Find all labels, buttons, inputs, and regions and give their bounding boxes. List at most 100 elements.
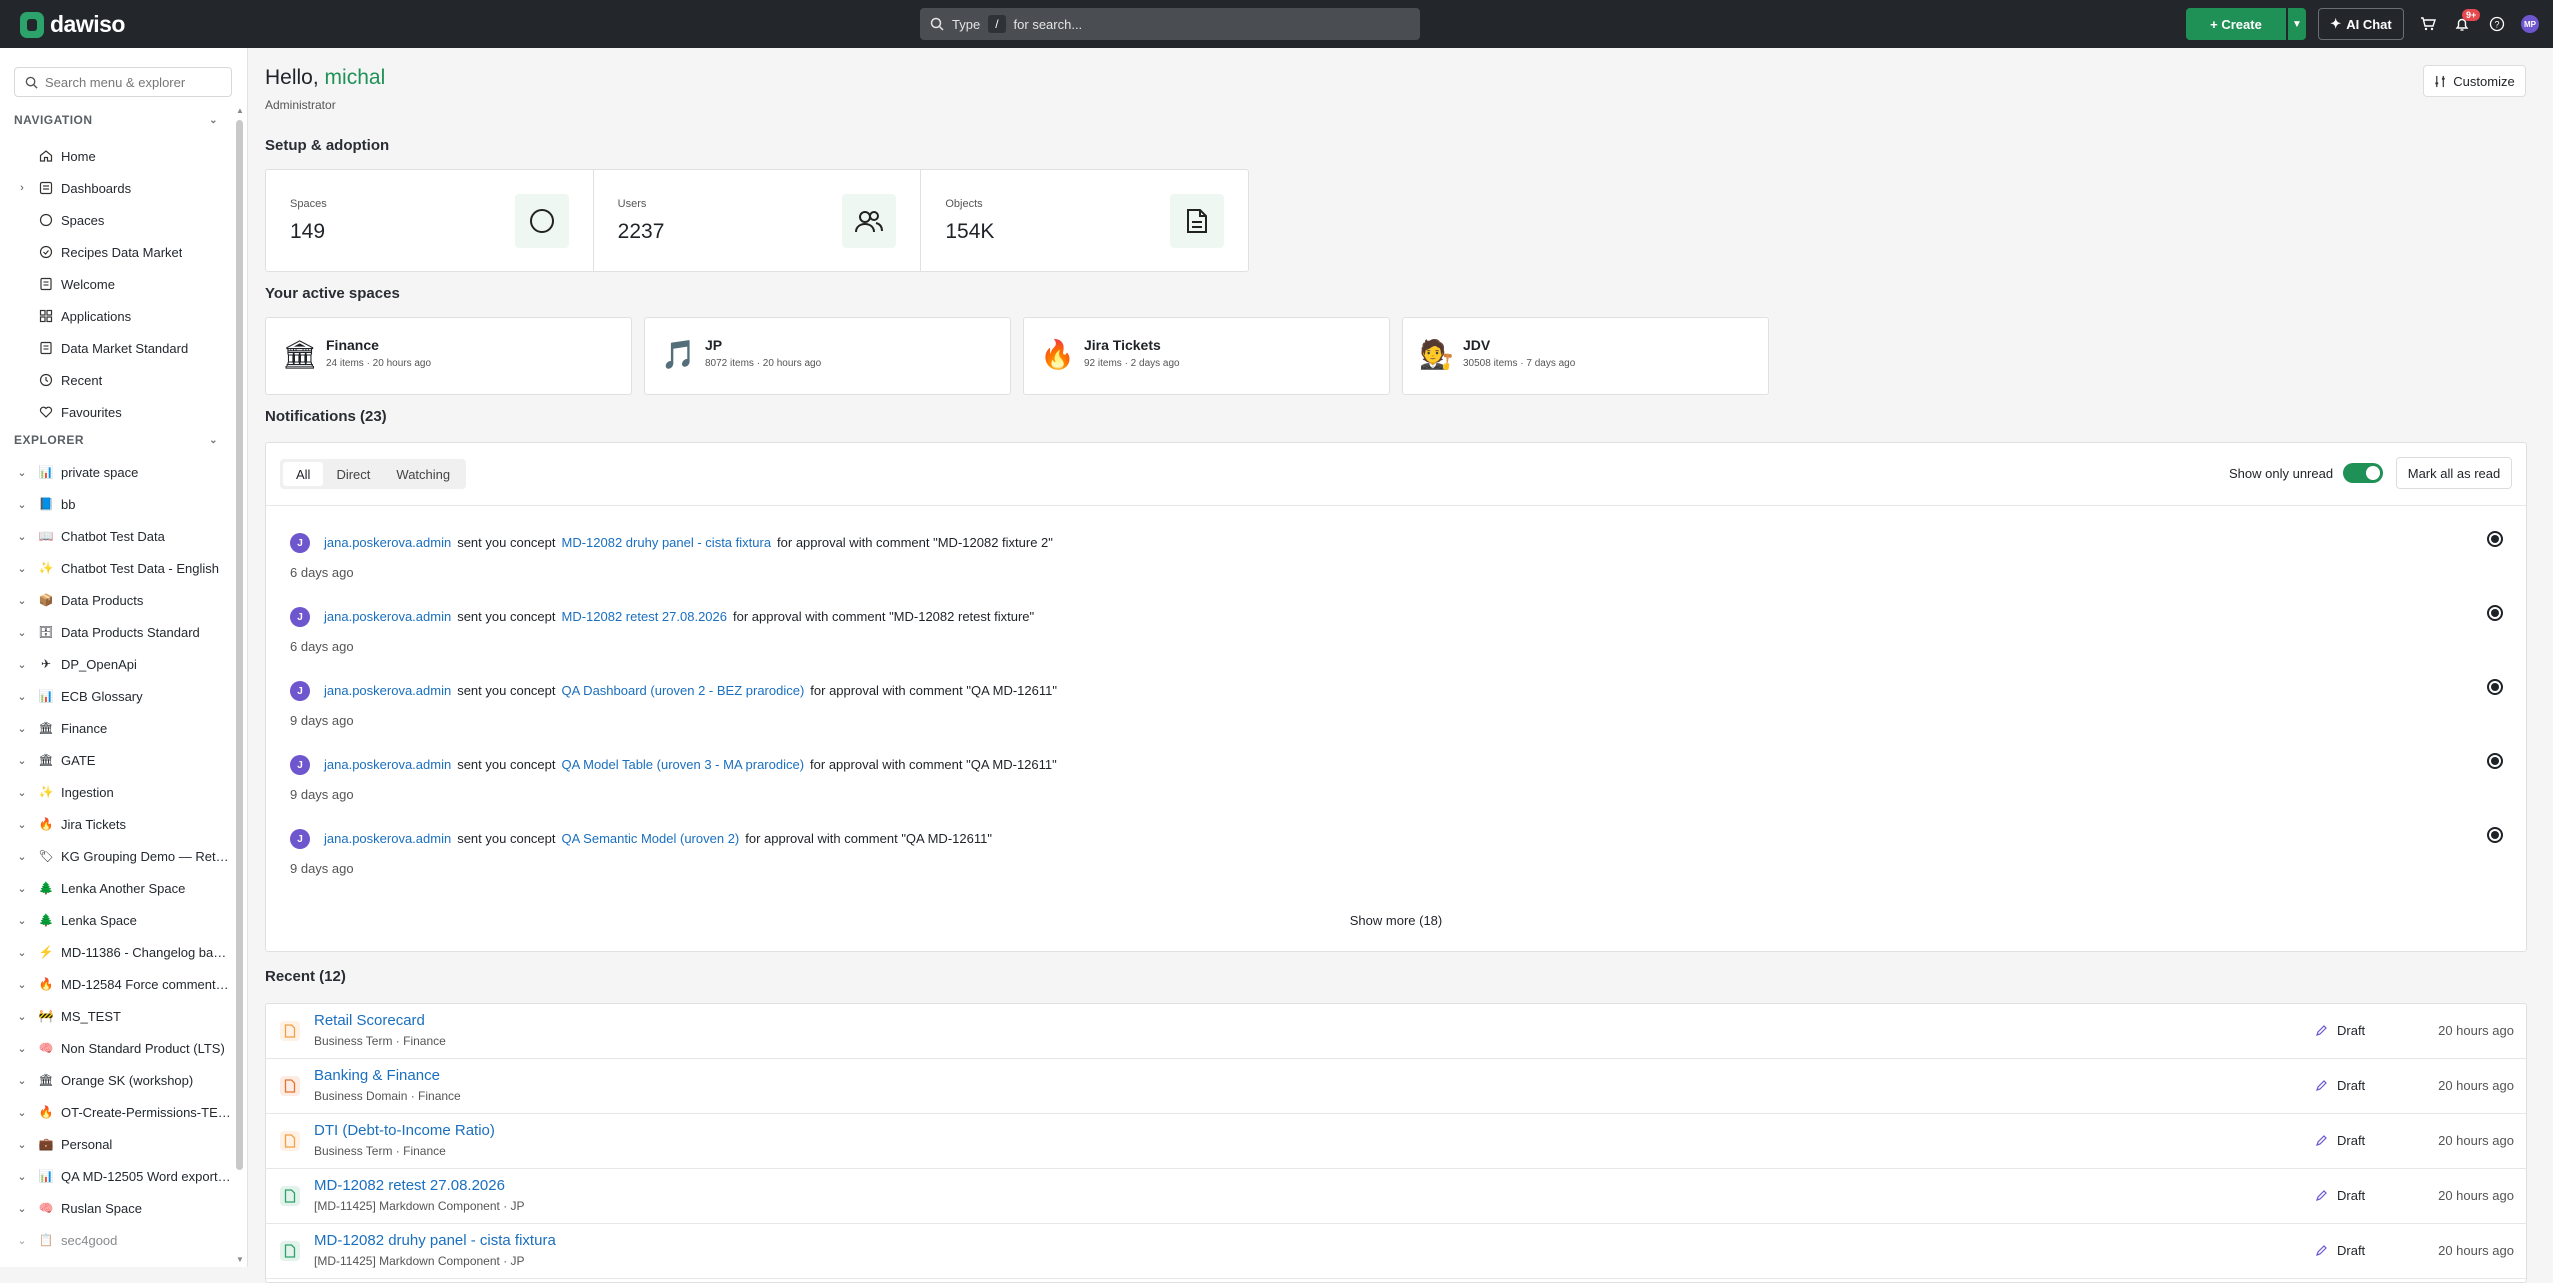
recent-item-title[interactable]: DTI (Debt-to-Income Ratio) bbox=[314, 1122, 495, 1139]
scroll-up-icon[interactable]: ▲ bbox=[236, 106, 244, 115]
notification-user-link[interactable]: jana.poskerova.admin bbox=[324, 831, 451, 846]
notification-item[interactable]: Jjana.poskerova.admin sent you concept MD-… bbox=[290, 599, 2510, 659]
explorer-item[interactable]: ⌄ 📦 Data Products bbox=[0, 586, 236, 614]
mark-all-read-button[interactable]: Mark all as read bbox=[2396, 457, 2512, 489]
sidebar-scrollbar[interactable] bbox=[236, 120, 243, 1170]
notification-item[interactable]: Jjana.poskerova.admin sent you concept QA … bbox=[290, 821, 2510, 881]
space-card[interactable]: 🔥 Jira Tickets 92 items · 2 days ago bbox=[1023, 317, 1390, 395]
explorer-item[interactable]: ⌄ 🌲 Lenka Another Space bbox=[0, 874, 236, 902]
explorer-item[interactable]: ⌄ 📊 ECB Glossary bbox=[0, 682, 236, 710]
chevron-down-icon[interactable]: ⌄ bbox=[16, 690, 28, 703]
tab-all[interactable]: All bbox=[283, 462, 324, 486]
recent-item[interactable]: MD-12082 druhy panel - cista fixtura [MD-… bbox=[266, 1224, 2526, 1279]
tab-direct[interactable]: Direct bbox=[323, 462, 383, 486]
chevron-down-icon[interactable]: ⌄ bbox=[16, 754, 28, 767]
chevron-down-icon[interactable]: ⌄ bbox=[16, 914, 28, 927]
stat-spaces[interactable]: Spaces 149 bbox=[266, 170, 594, 271]
chevron-down-icon[interactable]: ⌄ bbox=[16, 498, 28, 511]
explorer-item[interactable]: ⌄ 🧠 Non Standard Product (LTS) bbox=[0, 1034, 236, 1062]
unread-dot-icon[interactable] bbox=[2487, 531, 2503, 547]
chevron-down-icon[interactable]: ⌄ bbox=[16, 1138, 28, 1151]
notification-user-link[interactable]: jana.poskerova.admin bbox=[324, 683, 451, 698]
show-more-button[interactable]: Show more (18) bbox=[266, 913, 2526, 928]
unread-dot-icon[interactable] bbox=[2487, 605, 2503, 621]
chevron-down-icon[interactable]: ⌄ bbox=[16, 658, 28, 671]
explorer-item[interactable]: ⌄ 🚧 MS_TEST bbox=[0, 1002, 236, 1030]
explorer-item[interactable]: ⌄ 📋 sec4good bbox=[0, 1226, 236, 1254]
explorer-item[interactable]: ⌄ ⚡ MD-11386 - Changelog bad... bbox=[0, 938, 236, 966]
sidebar-item-home[interactable]: Home bbox=[0, 142, 236, 170]
scroll-down-icon[interactable]: ▼ bbox=[236, 1255, 244, 1264]
sidebar-item-spaces[interactable]: Spaces bbox=[0, 206, 236, 234]
recent-item-title[interactable]: Banking & Finance bbox=[314, 1067, 440, 1084]
space-card[interactable]: 🧑‍⚖️ JDV 30508 items · 7 days ago bbox=[1402, 317, 1769, 395]
global-search-input[interactable]: Type / for search... bbox=[920, 8, 1420, 40]
create-button[interactable]: + Create bbox=[2186, 8, 2286, 40]
notification-concept-link[interactable]: QA Model Table (uroven 3 - MA prarodice) bbox=[562, 757, 805, 772]
explorer-item[interactable]: ⌄ 📘 bb bbox=[0, 490, 236, 518]
recent-item[interactable]: Retail Scorecard Business Term · Finance D… bbox=[266, 1004, 2526, 1059]
user-avatar[interactable]: MP bbox=[2521, 15, 2539, 33]
explorer-item[interactable]: ⌄ 🗄 Data Products Standard bbox=[0, 618, 236, 646]
chevron-down-icon[interactable]: ⌄ bbox=[16, 530, 28, 543]
explorer-item[interactable]: ⌄ 📖 Chatbot Test Data bbox=[0, 522, 236, 550]
chevron-down-icon[interactable]: ⌄ bbox=[16, 722, 28, 735]
navigation-section-header[interactable]: NAVIGATION ⌄ bbox=[14, 113, 218, 127]
explorer-item[interactable]: ⌄ 🏛 GATE bbox=[0, 746, 236, 774]
recent-item[interactable]: DTI (Debt-to-Income Ratio) Business Term … bbox=[266, 1114, 2526, 1169]
explorer-item[interactable]: ⌄ 💼 Personal bbox=[0, 1130, 236, 1158]
customize-button[interactable]: Customize bbox=[2423, 65, 2526, 97]
chevron-down-icon[interactable]: ⌄ bbox=[16, 1202, 28, 1215]
sidebar-item-applications[interactable]: Applications bbox=[0, 302, 236, 330]
notification-concept-link[interactable]: QA Dashboard (uroven 2 - BEZ prarodice) bbox=[562, 683, 805, 698]
chevron-down-icon[interactable]: ⌄ bbox=[16, 1170, 28, 1183]
explorer-item[interactable]: ⌄ 🔥 Jira Tickets bbox=[0, 810, 236, 838]
stat-objects[interactable]: Objects 154K bbox=[921, 170, 1248, 271]
explorer-item[interactable]: ⌄ 📊 QA MD-12505 Word export ... bbox=[0, 1162, 236, 1190]
recent-item-title[interactable]: MD-12082 retest 27.08.2026 bbox=[314, 1177, 505, 1194]
show-only-unread-toggle[interactable] bbox=[2343, 463, 2384, 483]
chevron-down-icon[interactable]: ⌄ bbox=[16, 1074, 28, 1087]
sidebar-item-recipes-data-market[interactable]: Recipes Data Market bbox=[0, 238, 236, 266]
sidebar-item-data-market-standard[interactable]: Data Market Standard bbox=[0, 334, 236, 362]
sidebar-item-recent[interactable]: Recent bbox=[0, 366, 236, 394]
chevron-down-icon[interactable]: ⌄ bbox=[16, 594, 28, 607]
chevron-down-icon[interactable]: ⌄ bbox=[16, 978, 28, 991]
explorer-item[interactable]: ⌄ ✨ Ingestion bbox=[0, 778, 236, 806]
notification-concept-link[interactable]: MD-12082 druhy panel - cista fixtura bbox=[562, 535, 772, 550]
explorer-item[interactable]: ⌄ 🧠 Ruslan Space bbox=[0, 1194, 236, 1222]
chevron-down-icon[interactable]: ⌄ bbox=[16, 818, 28, 831]
ai-chat-button[interactable]: ✦ AI Chat bbox=[2318, 8, 2404, 40]
chevron-down-icon[interactable]: ⌄ bbox=[16, 626, 28, 639]
recent-item[interactable]: Banking & Finance Business Domain · Finan… bbox=[266, 1059, 2526, 1114]
unread-dot-icon[interactable] bbox=[2487, 753, 2503, 769]
recent-item[interactable]: MD-12082 retest 27.08.2026 [MD-11425] Mar… bbox=[266, 1169, 2526, 1224]
tab-watching[interactable]: Watching bbox=[383, 462, 463, 486]
sidebar-search-input[interactable]: Search menu & explorer bbox=[14, 67, 232, 97]
explorer-item[interactable]: ⌄ 🌲 Lenka Space bbox=[0, 906, 236, 934]
sidebar-item-welcome[interactable]: Welcome bbox=[0, 270, 236, 298]
recent-item-title[interactable]: MD-12082 druhy panel - cista fixtura bbox=[314, 1232, 556, 1249]
notification-item[interactable]: Jjana.poskerova.admin sent you concept QA … bbox=[290, 673, 2510, 733]
chevron-down-icon[interactable]: ⌄ bbox=[16, 466, 28, 479]
explorer-item[interactable]: ⌄ 📊 private space bbox=[0, 458, 236, 486]
explorer-item[interactable]: ⌄ 🏷 KG Grouping Demo — Retail... bbox=[0, 842, 236, 870]
chevron-down-icon[interactable]: ⌄ bbox=[16, 562, 28, 575]
explorer-item[interactable]: ⌄ ✈ DP_OpenApi bbox=[0, 650, 236, 678]
space-card[interactable]: 🏛 Finance 24 items · 20 hours ago bbox=[265, 317, 632, 395]
chevron-down-icon[interactable]: ⌄ bbox=[16, 882, 28, 895]
notification-user-link[interactable]: jana.poskerova.admin bbox=[324, 535, 451, 550]
notification-user-link[interactable]: jana.poskerova.admin bbox=[324, 757, 451, 772]
explorer-item[interactable]: ⌄ 🔥 MD-12584 Force comment f... bbox=[0, 970, 236, 998]
chevron-down-icon[interactable]: ⌄ bbox=[16, 786, 28, 799]
space-card[interactable]: 🎵 JP 8072 items · 20 hours ago bbox=[644, 317, 1011, 395]
explorer-section-header[interactable]: EXPLORER ⌄ bbox=[14, 433, 218, 447]
explorer-item[interactable]: ⌄ 🏛 Orange SK (workshop) bbox=[0, 1066, 236, 1094]
notification-item[interactable]: Jjana.poskerova.admin sent you concept QA … bbox=[290, 747, 2510, 807]
explorer-item[interactable]: ⌄ 🔥 OT-Create-Permissions-TEST bbox=[0, 1098, 236, 1126]
chevron-down-icon[interactable]: ⌄ bbox=[16, 1042, 28, 1055]
chevron-down-icon[interactable]: ⌄ bbox=[16, 850, 28, 863]
chevron-down-icon[interactable]: ⌄ bbox=[16, 1234, 28, 1247]
unread-dot-icon[interactable] bbox=[2487, 827, 2503, 843]
cart-icon[interactable] bbox=[2418, 14, 2438, 34]
